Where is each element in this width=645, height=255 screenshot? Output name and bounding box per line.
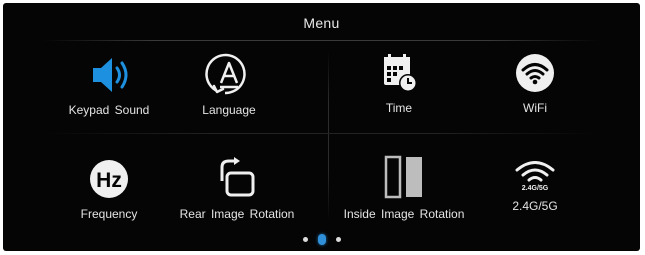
menu-item-time[interactable]: Time	[329, 51, 469, 115]
menu-item-band-2-4g-5g[interactable]: 2.4G/5G 2.4G/5G	[465, 153, 605, 213]
menu-title: Menu	[303, 15, 340, 31]
wifi-icon	[516, 54, 554, 92]
page-dot[interactable]	[335, 237, 341, 243]
menu-item-inside-image-rotation[interactable]: Inside Image Rotation	[334, 153, 474, 221]
menu-item-frequency[interactable]: Hz Frequency	[39, 157, 179, 221]
menu-item-label: 2.4G/5G	[512, 199, 558, 213]
menu-item-language[interactable]: Language	[159, 53, 299, 117]
title-divider	[43, 40, 600, 41]
language-icon	[205, 53, 246, 95]
mirror-panels-icon	[384, 155, 422, 199]
wifi-band-icon-text: 2.4G/5G	[522, 185, 549, 192]
rotate-icon	[220, 157, 255, 197]
menu-item-label: Frequency	[80, 207, 138, 221]
page-dot[interactable]	[302, 237, 308, 243]
menu-screen: Menu Keypad Sound Language Time WiFi Hz …	[3, 3, 640, 251]
hz-icon-text: Hz	[96, 169, 122, 192]
page-indicator[interactable]	[3, 231, 640, 249]
wifi-band-icon: 2.4G/5G	[515, 161, 555, 192]
menu-item-label: Inside Image Rotation	[343, 207, 465, 221]
menu-item-label: WiFi	[523, 101, 547, 115]
menu-item-label: Rear Image Rotation	[179, 207, 295, 221]
menu-item-rear-image-rotation[interactable]: Rear Image Rotation	[167, 157, 307, 221]
menu-item-label: Language	[202, 103, 256, 117]
menu-item-keypad-sound[interactable]: Keypad Sound	[39, 53, 179, 117]
menu-item-label: Keypad Sound	[68, 103, 150, 117]
hz-icon: Hz	[90, 160, 128, 198]
horizontal-divider	[43, 133, 600, 134]
page-dot-active[interactable]	[317, 234, 326, 246]
menu-item-wifi[interactable]: WiFi	[465, 51, 605, 115]
menu-item-label: Time	[385, 101, 413, 115]
calendar-clock-icon	[384, 54, 417, 92]
speaker-icon	[93, 58, 128, 92]
